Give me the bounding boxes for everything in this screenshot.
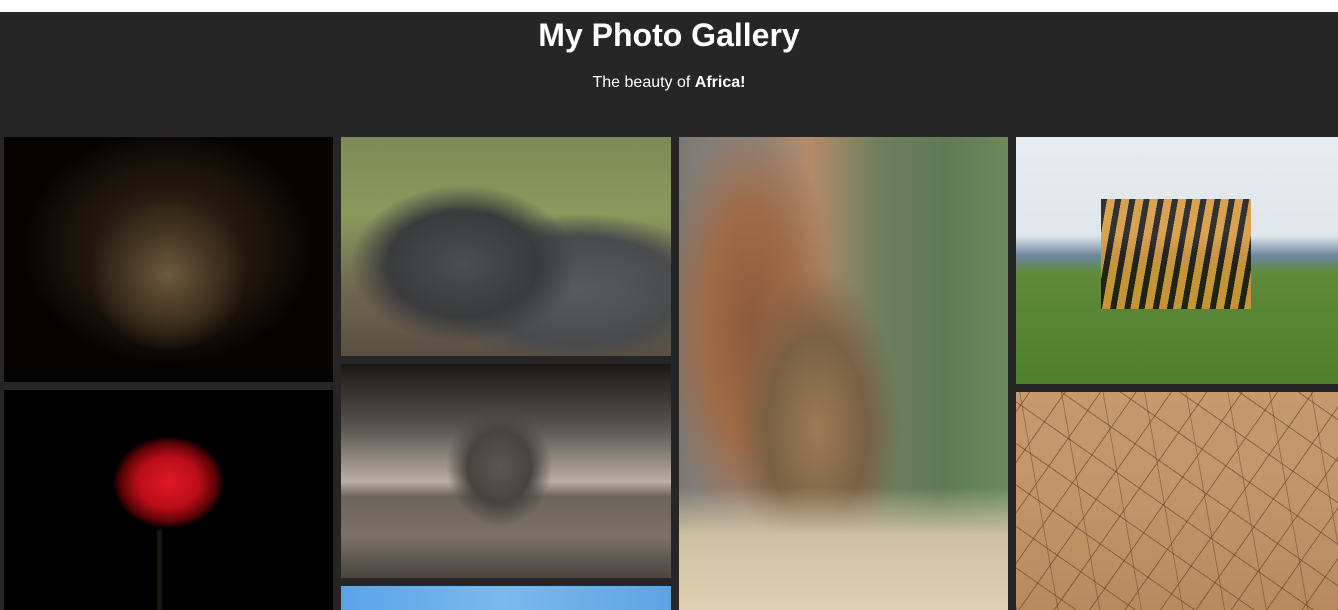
photo-elephant[interactable]	[341, 364, 671, 578]
photo-rose[interactable]	[4, 390, 333, 610]
page-title: My Photo Gallery	[538, 17, 800, 53]
photo-lion[interactable]	[4, 137, 333, 382]
photo-cracked-earth[interactable]	[1016, 392, 1338, 610]
gallery-page: My Photo Gallery The beauty of Africa!	[0, 12, 1338, 610]
subtitle-emphasis: Africa!	[694, 74, 746, 91]
photo-sky[interactable]	[341, 586, 671, 610]
page-subtitle: The beauty of Africa!	[0, 73, 1338, 93]
page-header: My Photo Gallery The beauty of Africa!	[0, 12, 1338, 137]
photo-zebra[interactable]	[1016, 137, 1338, 384]
photo-man-in-hut[interactable]	[679, 137, 1008, 610]
photo-buffalo[interactable]	[341, 137, 671, 356]
subtitle-text: The beauty of	[592, 74, 695, 91]
